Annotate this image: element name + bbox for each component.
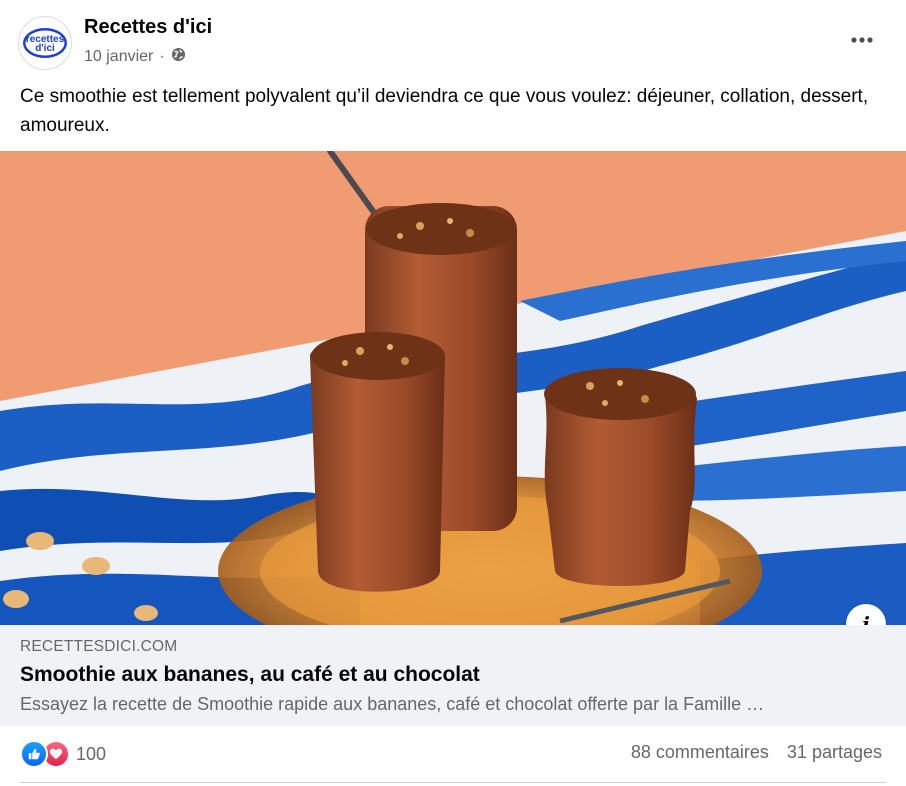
facebook-post: recettes d'ici Recettes d'ici 10 janvier… [0, 0, 906, 786]
post-date[interactable]: 10 janvier [84, 48, 153, 66]
page-name-link[interactable]: Recettes d'ici [84, 16, 212, 39]
post-stats: 88 commentaires 31 partages [631, 742, 882, 763]
link-domain: RECETTESDICI.COM [20, 638, 178, 655]
like-icon [20, 740, 48, 768]
reaction-count: 100 [76, 743, 107, 764]
post-message: Ce smoothie est tellement polyvalent qu’… [20, 86, 869, 136]
comments-count-link[interactable]: 88 commentaires [631, 742, 769, 763]
more-options-button[interactable] [842, 22, 882, 58]
meta-separator: · [159, 48, 165, 65]
more-horizontal-icon [851, 37, 873, 43]
smoothie-photo [0, 151, 906, 625]
post-meta: 10 janvier · [84, 47, 186, 67]
link-title[interactable]: Smoothie aux bananes, au café et au choc… [20, 663, 480, 687]
link-description: Essayez la recette de Smoothie rapide au… [20, 694, 765, 714]
footer-divider [20, 782, 886, 783]
page-avatar[interactable]: recettes d'ici [18, 16, 72, 70]
svg-text:d'ici: d'ici [35, 43, 55, 54]
post-image[interactable] [0, 151, 906, 625]
globe-icon[interactable] [171, 47, 186, 67]
link-preview[interactable]: RECETTESDICI.COM Smoothie aux bananes, a… [0, 625, 906, 726]
reactions-summary[interactable]: 100 [20, 740, 106, 768]
shares-count-link[interactable]: 31 partages [787, 742, 882, 763]
recettes-dici-logo: recettes d'ici [23, 28, 67, 58]
